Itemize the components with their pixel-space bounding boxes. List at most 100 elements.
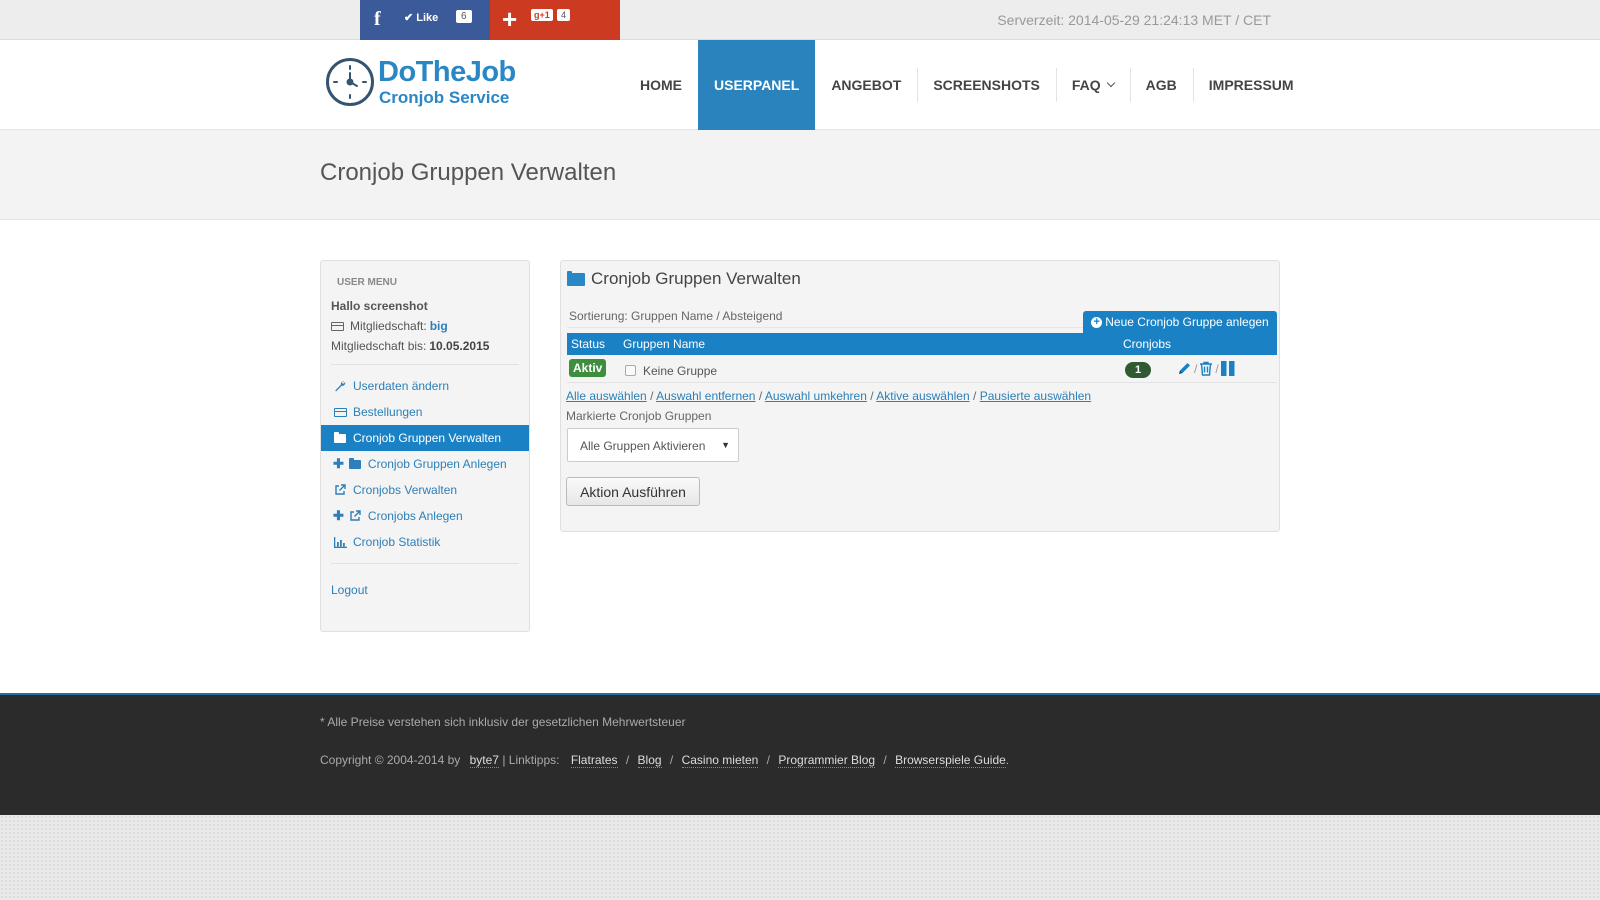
folder-icon [334, 431, 346, 443]
plus-circle-icon: + [1091, 316, 1103, 328]
execute-action-button[interactable]: Aktion Ausführen [566, 477, 700, 506]
copyright-line: Copyright © 2004-2014 by byte7 | Linktip… [320, 753, 1009, 768]
clock-icon [326, 58, 374, 106]
sidebar-item-bestellungen[interactable]: Bestellungen [321, 399, 529, 425]
like-button[interactable]: ✔ Like [404, 11, 438, 24]
gplus-count: 4 [557, 9, 571, 21]
status-badge[interactable]: Aktiv [569, 359, 607, 377]
sidebar-item-label: Bestellungen [353, 405, 423, 419]
action-separator: / [1215, 361, 1219, 376]
footer: * Alle Preise verstehen sich inklusiv de… [0, 693, 1600, 815]
google-plus-widget[interactable]: + g+1 4 [490, 0, 620, 40]
plus-icon: ✚ [333, 508, 344, 523]
sidebar-item-label: Cronjob Gruppen Anlegen [367, 457, 507, 471]
table-row: Aktiv Keine Gruppe 1 / / [567, 357, 1277, 383]
top-bar: f ✔ Like 6 + g+1 4 Serverzeit: 2014-05-2… [0, 0, 1600, 40]
site-header: DoTheJob Cronjob Service HOME USERPANEL … [0, 40, 1600, 130]
nav-faq[interactable]: FAQ [1055, 40, 1130, 130]
external-link-icon [348, 510, 362, 522]
sidebar-item-gruppen-verwalten[interactable]: Cronjob Gruppen Verwalten [321, 425, 529, 451]
nav-home[interactable]: HOME [624, 40, 698, 130]
divider [331, 563, 519, 564]
footer-link-separator: / [766, 753, 770, 767]
panel-title: Cronjob Gruppen Verwalten [567, 269, 801, 289]
sidebar-item-label: Cronjobs Anlegen [367, 509, 463, 523]
nav-impressum[interactable]: IMPRESSUM [1192, 40, 1310, 130]
server-time: Serverzeit: 2014-05-29 21:24:13 MET / CE… [997, 12, 1271, 28]
column-status[interactable]: Status [571, 337, 605, 351]
table-header: Status Gruppen Name Cronjobs [567, 333, 1277, 355]
chevron-down-icon [1106, 78, 1115, 88]
logout-link[interactable]: Logout [331, 583, 368, 597]
membership-value: big [429, 319, 448, 333]
row-checkbox[interactable] [625, 365, 636, 376]
trash-icon[interactable] [1199, 361, 1213, 376]
column-cronjobs[interactable]: Cronjobs [1123, 337, 1171, 351]
deselect-link[interactable]: Auswahl entfernen [656, 389, 755, 403]
logo-title: DoTheJob [378, 56, 516, 88]
user-menu: USER MENU Hallo screenshot Mitgliedschaf… [320, 260, 530, 632]
sidebar-item-cronjobs-anlegen[interactable]: ✚ Cronjobs Anlegen [321, 503, 529, 529]
facebook-like-widget[interactable]: f ✔ Like 6 [360, 0, 490, 40]
sidebar-item-userdaten[interactable]: Userdaten ändern [321, 373, 529, 399]
footer-link-casino[interactable]: Casino mieten [681, 753, 759, 768]
sidebar-item-gruppen-anlegen[interactable]: ✚ Cronjob Gruppen Anlegen [321, 451, 529, 477]
footer-link-byte7[interactable]: byte7 [469, 753, 499, 768]
membership-until-label: Mitgliedschaft bis: [331, 339, 427, 353]
folder-icon [567, 270, 585, 286]
edit-icon[interactable] [1177, 361, 1192, 376]
gplus-one-button[interactable]: g+1 [531, 9, 553, 21]
cronjob-count-badge: 1 [1125, 362, 1151, 378]
column-group-name[interactable]: Gruppen Name [623, 337, 705, 351]
sort-info[interactable]: Sortierung: Gruppen Name / Absteigend [569, 309, 782, 323]
plus-icon: + [502, 4, 518, 34]
page-title: Cronjob Gruppen Verwalten [320, 159, 617, 186]
footer-link-browserspiele[interactable]: Browserspiele Guide [895, 753, 1006, 768]
external-link-icon [333, 484, 347, 496]
membership-until: Mitgliedschaft bis: 10.05.2015 [331, 339, 489, 353]
credit-card-icon [333, 407, 347, 417]
select-paused-link[interactable]: Pausierte auswählen [980, 389, 1091, 403]
new-group-button-label: Neue Cronjob Gruppe anlegen [1105, 315, 1269, 329]
nav-agb[interactable]: AGB [1129, 40, 1193, 130]
membership-label: Mitgliedschaft: [350, 319, 427, 333]
footer-link-flatrates[interactable]: Flatrates [570, 753, 618, 768]
content-area: USER MENU Hallo screenshot Mitgliedschaf… [0, 220, 1600, 693]
wrench-icon [333, 380, 347, 392]
link-separator: / [758, 389, 763, 403]
linktipps-label: | Linktipps: [502, 753, 560, 767]
footer-link-separator: / [883, 753, 887, 767]
copyright-text: Copyright © 2004-2014 by [320, 753, 461, 767]
footer-link-programmier-blog[interactable]: Programmier Blog [778, 753, 876, 768]
panel-title-text: Cronjob Gruppen Verwalten [591, 269, 801, 288]
nav-faq-label: FAQ [1071, 77, 1101, 93]
folder-icon [348, 457, 361, 469]
nav-userpanel[interactable]: USERPANEL [698, 40, 816, 130]
logo[interactable]: DoTheJob Cronjob Service [326, 56, 536, 112]
invert-selection-link[interactable]: Auswahl umkehren [765, 389, 867, 403]
sidebar-item-label: Cronjob Gruppen Verwalten [353, 431, 502, 445]
row-actions: / / [1177, 361, 1235, 376]
select-all-link[interactable]: Alle auswählen [566, 389, 647, 403]
pause-icon[interactable] [1220, 361, 1235, 376]
sidebar-item-statistik[interactable]: Cronjob Statistik [321, 529, 529, 555]
membership-info: Mitgliedschaft: big [331, 319, 448, 333]
new-group-button[interactable]: + Neue Cronjob Gruppe anlegen [1083, 311, 1277, 333]
page-background [0, 815, 1600, 900]
sidebar-item-cronjobs-verwalten[interactable]: Cronjobs Verwalten [321, 477, 529, 503]
sidebar-item-label: Cronjob Statistik [353, 535, 441, 549]
selection-links: Alle auswählen / Auswahl entfernen / Aus… [566, 389, 1091, 403]
footer-link-blog[interactable]: Blog [637, 753, 662, 768]
link-separator: / [650, 389, 654, 403]
nav-angebot[interactable]: ANGEBOT [815, 40, 917, 130]
footer-link-separator: / [625, 753, 630, 767]
sidebar-item-label: Cronjobs Verwalten [353, 483, 458, 497]
select-active-link[interactable]: Aktive auswählen [876, 389, 969, 403]
nav-screenshots[interactable]: SCREENSHOTS [917, 40, 1056, 130]
action-select[interactable]: Alle Gruppen Aktivieren ▼ [567, 428, 739, 462]
main-nav: HOME USERPANEL ANGEBOT SCREENSHOTS FAQ A… [624, 40, 1310, 130]
like-count: 6 [456, 10, 472, 23]
caret-down-icon: ▼ [721, 440, 730, 450]
marked-groups-label: Markierte Cronjob Gruppen [566, 409, 712, 423]
title-band: Cronjob Gruppen Verwalten [0, 130, 1600, 220]
